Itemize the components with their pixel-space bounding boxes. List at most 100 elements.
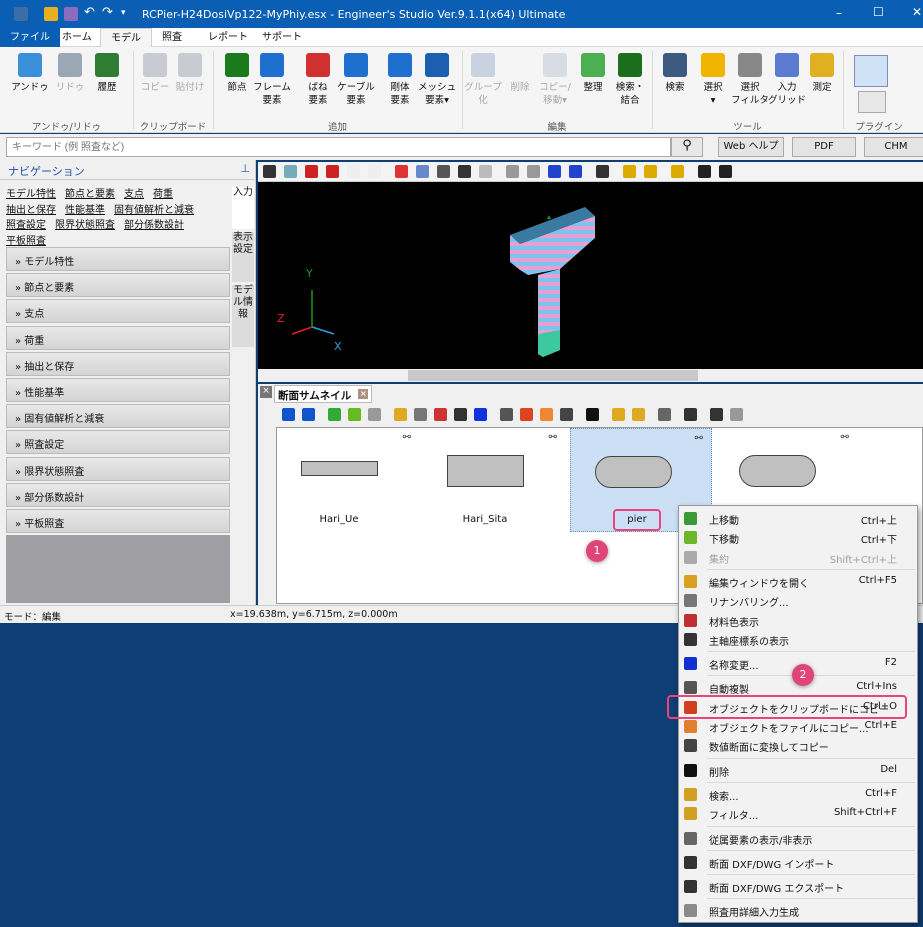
new-icon[interactable] [44,7,58,21]
redo-icon[interactable]: ↷ [102,5,113,20]
select-arrow-icon[interactable] [596,165,609,178]
menu-item-principal-axis[interactable]: 主軸座標系の表示 [679,630,917,649]
move-up-icon[interactable] [328,408,341,421]
auto-duplicate-icon[interactable] [500,408,513,421]
ribbon-button-spring-element[interactable]: ばね 要素 [298,47,338,107]
dependent-link-icon[interactable]: ⚯ [841,432,849,443]
ribbon-button-mesh-element[interactable]: メッシュ 要素▾ [417,47,457,107]
clipboard-copy-icon[interactable] [520,408,533,421]
nav-link[interactable]: 固有値解析と減衰 [114,205,194,216]
view-horizontal-scrollbar[interactable] [258,369,923,382]
view-side-icon[interactable] [347,165,360,178]
menu-item-dxf-export[interactable]: 断面 DXF/DWG エクスポート [679,877,917,896]
tab-check[interactable]: 照査 [152,28,192,47]
renumber-icon[interactable] [414,408,427,421]
nav-section[interactable]: » 荷重 [6,325,230,350]
camera-copy-icon[interactable] [719,165,732,178]
insert-icon[interactable] [302,408,315,421]
detail-input-icon[interactable] [730,408,743,421]
nav-section[interactable]: » 平板照査 [6,509,230,533]
plugin-button[interactable] [854,55,888,87]
ribbon-button-input-grid[interactable]: 入力 グリッド [767,47,807,107]
nav-link[interactable]: 節点と要素 [65,189,115,200]
thumbnail-item[interactable]: ⚯ Hari_Ue [277,428,419,532]
zoom-out-icon[interactable] [416,165,429,178]
nav-section[interactable]: » 節点と要素 [6,273,230,298]
info-icon[interactable] [569,165,582,178]
nav-section[interactable]: » 抽出と保存 [6,351,230,376]
select-lasso-icon[interactable] [644,165,657,178]
ribbon-button-rigid-element[interactable]: 剛体 要素 [380,47,420,107]
nav-link[interactable]: 支点 [124,189,144,200]
tab-support[interactable]: サポート [252,28,312,47]
nav-link[interactable]: 荷重 [153,189,173,200]
material-color-icon[interactable] [434,408,447,421]
add-icon[interactable] [282,408,295,421]
view-top-icon[interactable] [326,165,339,178]
nav-link[interactable]: 照査設定 [6,220,46,231]
menu-item-move-down[interactable]: 下移動 Ctrl+下 [679,528,917,547]
search-icon[interactable]: ⚲ [671,137,703,157]
principal-axis-icon[interactable] [454,408,467,421]
prev-view-icon[interactable] [506,165,519,178]
nav-section[interactable]: » 限界状態照査 [6,456,230,481]
menu-item-filter[interactable]: フィルタ... Shift+Ctrl+F [679,804,917,823]
menu-item-renumber[interactable]: リナンバリング... [679,591,917,610]
ribbon-button-copy-move[interactable]: コピー/ 移動▾ [535,47,575,107]
menu-item-dxf-import[interactable]: 断面 DXF/DWG インポート [679,853,917,872]
menu-item-dependent-toggle[interactable]: 従属要素の表示/非表示 [679,829,917,848]
nav-section[interactable]: » 部分係数設計 [6,482,230,507]
dxf-import-icon[interactable] [684,408,697,421]
zoom-window-icon[interactable] [284,165,297,178]
ribbon-button-node[interactable]: 節点 [217,47,257,94]
ribbon-button-history[interactable]: 履歴 [87,47,127,94]
view-front-icon[interactable] [305,165,318,178]
dependent-link-icon[interactable]: ⚯ [403,432,411,443]
menu-item-material-color[interactable]: 材料色表示 [679,611,917,630]
nav-link[interactable]: モデル特性 [6,189,56,200]
nav-section[interactable]: » 支点 [6,299,230,324]
ribbon-button-frame-element[interactable]: フレーム 要素 [252,47,292,107]
side-tab-input[interactable]: 入力 [232,187,254,229]
ribbon-button-group[interactable]: グループ 化 [463,47,503,107]
view-iso-icon[interactable] [368,165,381,178]
tab-home[interactable]: ホーム [52,28,102,47]
pdf-button[interactable]: PDF [792,137,856,157]
thumbnail-item[interactable]: ⚯ Hari_Sita [423,428,565,532]
chm-button[interactable]: CHM [864,137,923,157]
quick-access-dropdown-icon[interactable]: ▾ [121,8,126,18]
keyword-search-input[interactable] [6,137,671,157]
rename-icon[interactable] [474,408,487,421]
ribbon-button-select-filter[interactable]: 選択 フィルタ [730,47,770,107]
close-button[interactable]: ✕ [912,5,922,19]
save-icon[interactable] [64,7,78,21]
ribbon-button-cable-element[interactable]: ケーブル 要素 [336,47,376,107]
next-view-icon[interactable] [527,165,540,178]
dependent-toggle-icon[interactable] [658,408,671,421]
side-tab-display-settings[interactable]: 表示設定 [232,232,254,282]
menu-item-edit-window[interactable]: 編集ウィンドウを開く Ctrl+F5 [679,572,917,591]
ribbon-button-undo[interactable]: アンドゥ [10,47,50,94]
tab-model[interactable]: モデル [100,28,152,47]
tab-report[interactable]: レポート [198,28,258,47]
nav-section[interactable]: » 固有値解析と減衰 [6,404,230,429]
dependent-link-icon[interactable]: ⚯ [549,432,557,443]
tab-section-thumbnail[interactable]: 断面サムネイル × [274,385,373,403]
plugin-button-2[interactable] [858,91,886,113]
side-tab-model-info[interactable]: モデル情報 [232,285,254,347]
nav-link[interactable]: 性能基準 [65,205,105,216]
ribbon-button-redo[interactable]: リドゥ [50,47,90,94]
search-icon[interactable] [612,408,625,421]
zoom-in-icon[interactable] [395,165,408,178]
snapshot-icon[interactable] [548,165,561,178]
ribbon-button-copy[interactable]: コピー [135,47,175,94]
menu-item-delete[interactable]: 削除 Del [679,761,917,780]
delete-icon[interactable] [586,408,599,421]
pan-icon[interactable] [437,165,450,178]
menu-item-detail-input[interactable]: 照査用詳細入力生成 [679,901,917,920]
panel-close-icon[interactable]: × [260,386,272,398]
menu-item-move-up[interactable]: 上移動 Ctrl+上 [679,509,917,528]
3d-view[interactable]: Y X Z [258,162,923,382]
camera-icon[interactable] [698,165,711,178]
numeric-section-icon[interactable] [560,408,573,421]
